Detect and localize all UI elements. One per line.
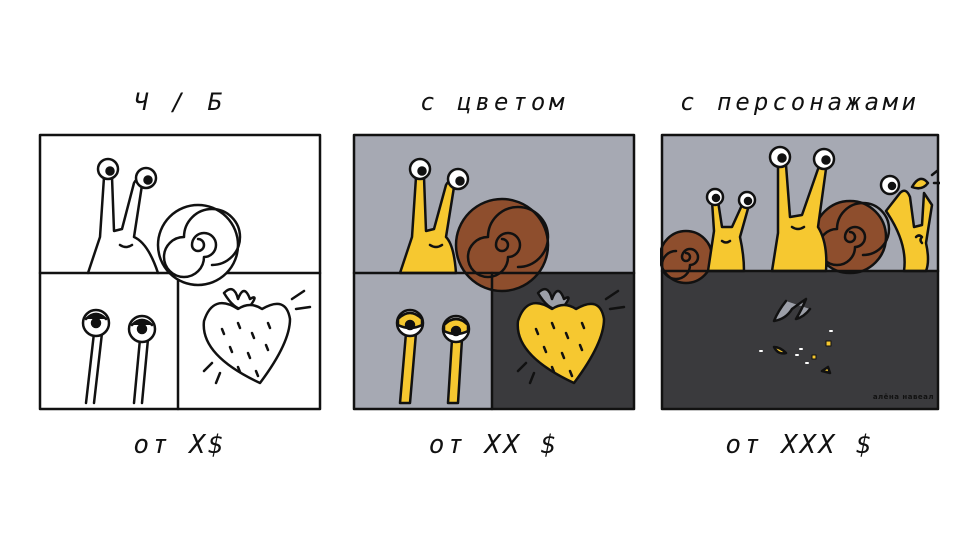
tier-characters-illustration: алёна навеал bbox=[660, 133, 940, 411]
tier-characters: с персонажами алёна навеал от ХХХ $ bbox=[660, 0, 940, 556]
heart-strawberry bbox=[202, 287, 312, 385]
tier-color: с цветом от ХХ $ bbox=[352, 0, 636, 556]
tier-bw: Ч / Б от Х$ bbox=[38, 0, 322, 556]
tier-color-price: от ХХ $ bbox=[428, 430, 560, 460]
snail bbox=[86, 157, 242, 287]
tier-bw-title: Ч / Б bbox=[133, 88, 227, 116]
tier-bw-price: от Х$ bbox=[133, 430, 227, 460]
tier-characters-title: с персонажами bbox=[680, 88, 920, 116]
eye-stalks bbox=[81, 308, 157, 405]
tier-bw-illustration bbox=[38, 133, 322, 411]
tier-color-illustration bbox=[352, 133, 636, 411]
tier-color-title: с цветом bbox=[420, 88, 568, 116]
tier-characters-price: от ХХХ $ bbox=[725, 430, 875, 460]
artist-signature: алёна навеал bbox=[873, 393, 934, 401]
